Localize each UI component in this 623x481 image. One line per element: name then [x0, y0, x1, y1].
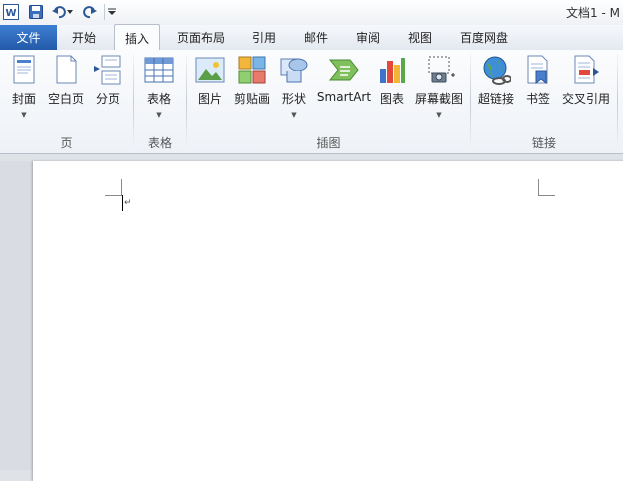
ribbon-tab-bar: 文件 开始 插入 页面布局 引用 邮件 审阅 视图 百度网盘 [0, 24, 623, 51]
tab-home[interactable]: 开始 [72, 25, 96, 50]
cover-page-button[interactable]: 封面 ▼ [9, 54, 39, 119]
clipart-button[interactable]: 剪贴画 [233, 54, 271, 107]
tab-insert[interactable]: 插入 [114, 24, 161, 51]
smartart-icon [328, 54, 360, 86]
screenshot-icon [423, 54, 455, 86]
bookmark-icon [522, 54, 554, 86]
page-break-label: 分页 [95, 92, 120, 106]
undo-dropdown-icon[interactable] [66, 3, 74, 21]
shapes-button[interactable]: 形状 ▼ [280, 54, 308, 119]
chevron-down-icon: ▼ [291, 111, 297, 119]
globe-link-icon [480, 54, 512, 86]
save-icon[interactable] [27, 3, 45, 21]
screenshot-label: 屏幕截图 [414, 92, 463, 106]
ribbon-insert: 封面 ▼ 空白页 分页 页 表格 ▼ 表格 图片 剪贴画 形状 ▼ SmartA… [0, 50, 623, 154]
hyperlink-button[interactable]: 超链接 [476, 54, 516, 107]
customize-qat-icon[interactable] [107, 3, 117, 21]
hyperlink-label: 超链接 [477, 92, 514, 106]
chevron-down-icon: ▼ [436, 111, 442, 119]
page-break-icon [92, 54, 124, 86]
picture-label: 图片 [197, 92, 222, 106]
group-label-tables: 表格 [147, 136, 172, 150]
document-workspace: ↵ [0, 154, 623, 481]
chart-button[interactable]: 图表 [378, 54, 406, 107]
blank-page-button[interactable]: 空白页 [46, 54, 86, 107]
paragraph-mark: ↵ [124, 198, 132, 208]
page-break-button[interactable]: 分页 [93, 54, 123, 107]
blank-page-label: 空白页 [47, 92, 84, 106]
cross-reference-label: 交叉引用 [561, 92, 610, 106]
clipart-icon [236, 54, 268, 86]
tab-baidu-netdisk[interactable]: 百度网盘 [460, 25, 508, 50]
group-separator [617, 54, 618, 150]
qat-separator [104, 4, 105, 20]
picture-button[interactable]: 图片 [195, 54, 225, 107]
smartart-button[interactable]: SmartArt [317, 54, 371, 104]
text-cursor [122, 195, 123, 211]
tab-mailings[interactable]: 邮件 [304, 25, 328, 50]
bookmark-label: 书签 [525, 92, 550, 106]
cross-reference-button[interactable]: 交叉引用 [560, 54, 612, 107]
title-bar: W 文档1 - M [0, 0, 623, 25]
redo-icon[interactable] [81, 3, 99, 21]
chart-label: 图表 [379, 92, 404, 106]
table-button[interactable]: 表格 ▼ [143, 54, 175, 119]
document-page[interactable]: ↵ [33, 161, 623, 481]
margin-corner-top-left [105, 179, 122, 196]
svg-text:W: W [5, 8, 16, 19]
group-label-links: 链接 [531, 136, 556, 150]
smartart-label: SmartArt [316, 90, 372, 104]
cross-reference-icon [570, 54, 602, 86]
cover-page-label: 封面 [11, 92, 36, 106]
blank-page-icon [50, 54, 82, 86]
tab-file[interactable]: 文件 [0, 25, 57, 50]
table-icon [143, 54, 175, 86]
word-app-icon[interactable]: W [2, 3, 20, 21]
picture-icon [194, 54, 226, 86]
group-label-illustrations: 插图 [316, 136, 341, 150]
chevron-down-icon: ▼ [156, 111, 162, 119]
tab-review[interactable]: 审阅 [356, 25, 380, 50]
bookmark-button[interactable]: 书签 [524, 54, 552, 107]
chevron-down-icon: ▼ [21, 111, 27, 119]
tab-view[interactable]: 视图 [408, 25, 432, 50]
tab-page-layout[interactable]: 页面布局 [177, 25, 225, 50]
ruler-strip [0, 154, 623, 161]
table-label: 表格 [146, 92, 171, 106]
shapes-icon [278, 54, 310, 86]
cover-page-icon [8, 54, 40, 86]
tab-references[interactable]: 引用 [252, 25, 276, 50]
margin-corner-top-right [538, 179, 555, 196]
window-title: 文档1 - M [566, 6, 620, 20]
shapes-label: 形状 [281, 92, 306, 106]
group-label-pages: 页 [60, 136, 73, 150]
clipart-label: 剪贴画 [233, 92, 270, 106]
chart-icon [376, 54, 408, 86]
screenshot-button[interactable]: 屏幕截图 ▼ [414, 54, 464, 119]
